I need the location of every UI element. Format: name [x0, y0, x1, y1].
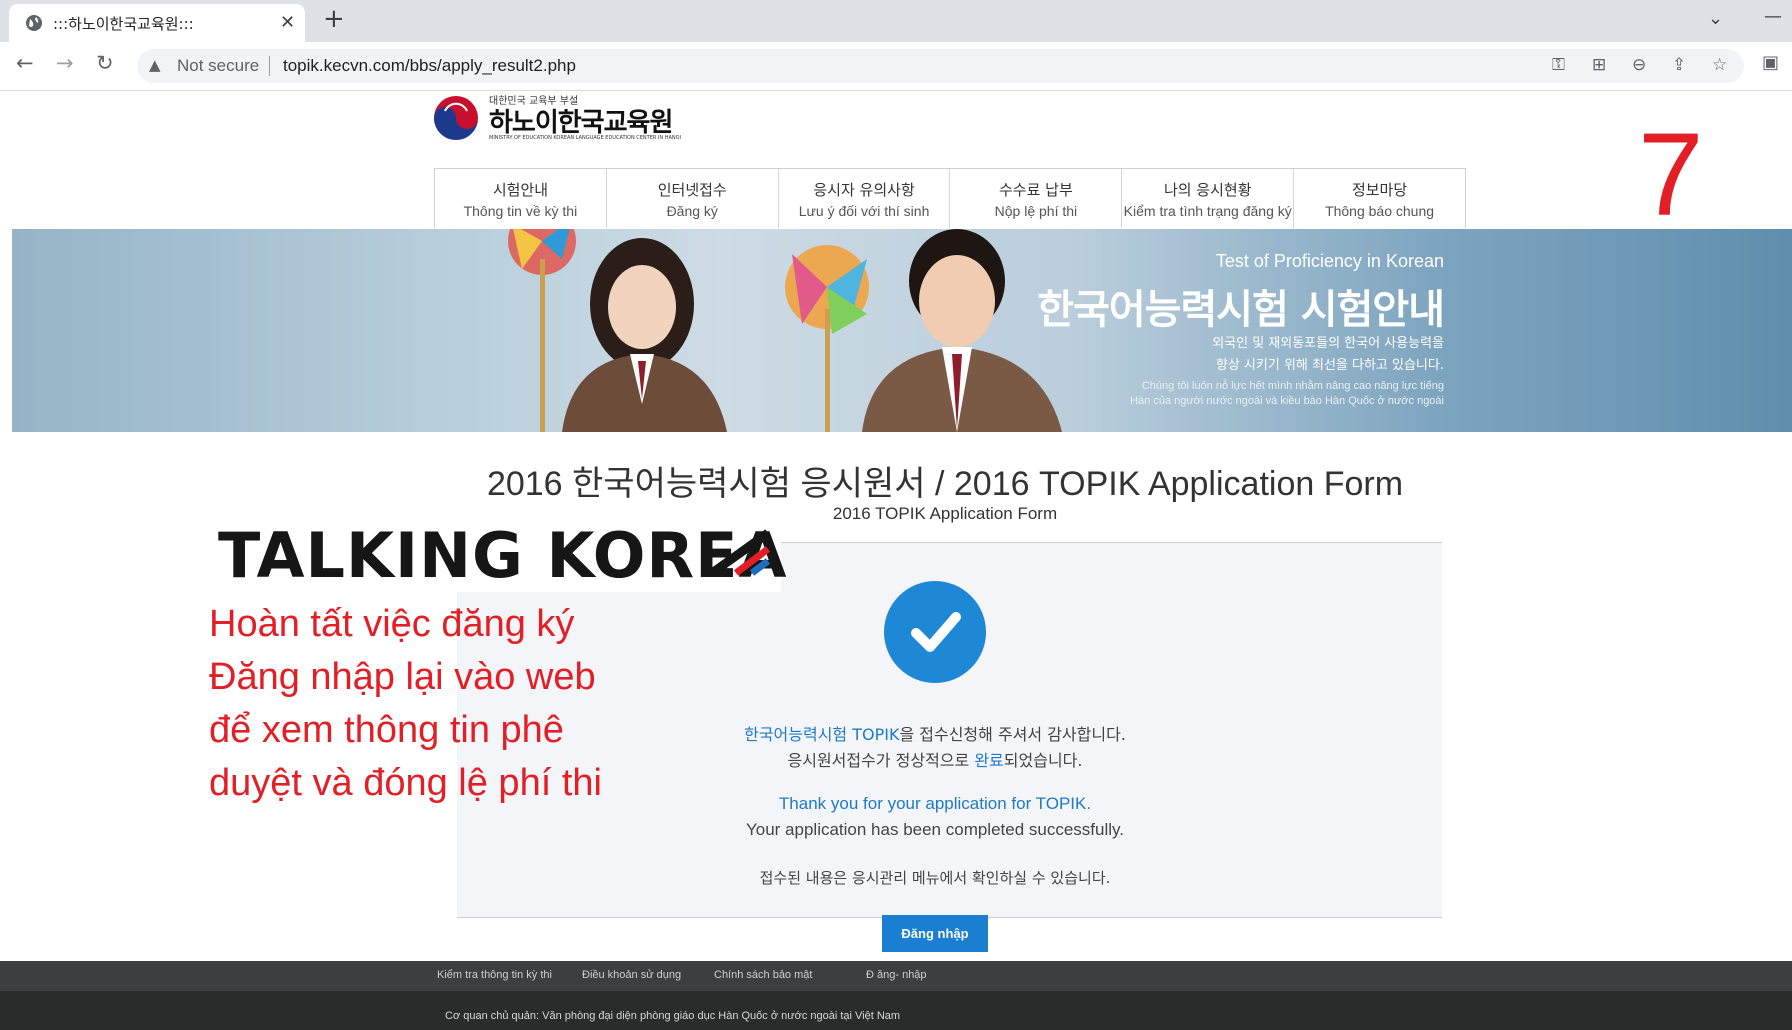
banner-korean-title: 한국어능력시험 시험안내 [1037, 287, 1445, 333]
footer-link-login[interactable]: Đ ăng- nhập [866, 969, 927, 981]
nav-item-notices[interactable]: 정보마당 Thông báo chung [1294, 169, 1465, 228]
share-icon[interactable]: ⇪ [1672, 55, 1686, 75]
nav-label-ko: 시험안내 [492, 181, 549, 199]
zoom-icon[interactable]: ⊖ [1632, 55, 1646, 75]
browser-tab[interactable]: :::하노이한국교육원::: ✕ [9, 4, 305, 42]
security-label[interactable]: Not secure [177, 56, 259, 76]
reload-icon[interactable]: ↻ [96, 51, 114, 75]
nav-label-vi: Thông báo chung [1325, 203, 1435, 219]
student-girl-image [508, 229, 727, 432]
tab-title: :::하노이한국교육원::: [53, 15, 194, 33]
checkmark-icon [911, 612, 961, 652]
nav-label-ko: 나의 응시현황 [1163, 181, 1252, 199]
browser-toolbar: ← → ↻ ▲ Not secure topik.kecvn.com/bbs/a… [0, 42, 1792, 91]
nav-label-vi: Đăng ký [666, 203, 718, 219]
instruction-note: Hoàn tất việc đăng ký Đăng nhập lại vào … [209, 598, 602, 810]
chevron-down-icon[interactable]: ⌄ [1708, 8, 1723, 29]
globe-icon [26, 15, 42, 31]
taegeuk-logo-icon [434, 96, 478, 140]
translate-icon[interactable]: ⊞ [1592, 55, 1606, 75]
note-line: Hoàn tất việc đăng ký [209, 603, 575, 645]
message-text: 응시원서접수가 정상적으로 [787, 751, 975, 770]
new-tab-button[interactable]: + [323, 4, 345, 34]
nav-label-vi: Lưu ý đối với thí sinh [798, 203, 930, 219]
extension-icon[interactable]: ▣ [1762, 52, 1779, 73]
result-message-ko-3: 접수된 내용은 응시관리 메뉴에서 확인하실 수 있습니다. [759, 869, 1111, 887]
note-line: Đăng nhập lại vào web [209, 656, 596, 698]
banner-vi-line: Hàn của người nước ngoài và kiều bào Hàn… [1130, 395, 1444, 407]
footer-links-bar: Kiểm tra thông tin kỳ thi Điều khoản sử … [0, 961, 1792, 991]
address-bar[interactable]: ▲ Not secure topik.kecvn.com/bbs/apply_r… [137, 49, 1744, 83]
nav-label-ko: 정보마당 [1351, 181, 1408, 199]
footer-organization: Cơ quan chủ quản: Văn phòng đại diện phò… [445, 1010, 901, 1022]
step-number: 7 [1638, 109, 1704, 241]
banner-vietnamese-text: Chúng tôi luôn nỗ lực hết mình nhằm nâng… [1130, 379, 1444, 409]
main-navigation: 시험안내 Thông tin về kỳ thi 인터넷접수 Đăng ký 응… [434, 168, 1466, 228]
brand-text: TALKING KOREA [218, 519, 788, 592]
close-tab-icon[interactable]: ✕ [280, 12, 295, 33]
minimize-icon[interactable]: — [1764, 6, 1782, 27]
star-icon[interactable]: ☆ [1712, 55, 1727, 75]
check-icon [884, 581, 986, 683]
highlight-text: 완료 [974, 751, 1004, 770]
footer-link-terms[interactable]: Điều khoản sử dụng [582, 969, 681, 981]
student-boy-image [785, 229, 1062, 432]
back-icon[interactable]: ← [16, 51, 34, 75]
banner-desc-line: 외국인 및 재외동포들의 한국어 사용능력을 [1212, 336, 1444, 351]
site-logo[interactable]: 대한민국 교육부 부설 하노이한국교육원 MINISTRY OF EDUCATI… [433, 92, 713, 144]
note-line: duyệt và đóng lệ phí thi [209, 762, 602, 804]
logo-subtitle: MINISTRY OF EDUCATION KOREAN LANGUAGE ED… [489, 135, 682, 141]
message-text: 되었습니다. [1003, 751, 1083, 770]
nav-item-fee-payment[interactable]: 수수료 납부 Nộp lệ phí thi [950, 169, 1123, 228]
footer-info-bar: Cơ quan chủ quản: Văn phòng đại diện phò… [0, 991, 1792, 1030]
nav-label-ko: 수수료 납부 [999, 181, 1073, 199]
footer-link-exam-info[interactable]: Kiểm tra thông tin kỳ thi [437, 969, 552, 981]
banner-english-title: Test of Proficiency in Korean [1215, 251, 1444, 271]
browser-tab-bar: :::하노이한국교육원::: ✕ + ⌄ — [0, 0, 1792, 42]
nav-item-exam-info[interactable]: 시험안내 Thông tin về kỳ thi [435, 169, 607, 228]
highlight-text: Thank you for your application for TOPIK… [778, 794, 1092, 813]
highlight-text: 한국어능력시험 TOPIK [744, 725, 900, 744]
nav-item-candidate-notes[interactable]: 응시자 유의사항 Lưu ý đối với thí sinh [779, 169, 951, 228]
logo-title: 하노이한국교육원 [489, 108, 673, 138]
brand-mark-icon [709, 529, 771, 577]
talking-korea-logo: TALKING KOREA [206, 513, 787, 592]
key-icon[interactable]: ⚿ [1552, 55, 1565, 75]
footer-link-privacy[interactable]: Chính sách bảo mật [714, 969, 812, 981]
nav-label-ko: 인터넷접수 [657, 181, 727, 199]
login-button[interactable]: Đăng nhập [882, 915, 988, 952]
message-text: 을 접수신청해 주셔서 감사합니다. [899, 725, 1126, 744]
warning-icon: ▲ [149, 56, 161, 74]
hero-banner: Test of Proficiency in Korean 한국어능력시험 시험… [12, 229, 1792, 432]
nav-label-vi: Kiểm tra tình trạng đăng ký [1123, 203, 1292, 219]
banner-vi-line: Chúng tôi luôn nỗ lực hết mình nhằm nâng… [1141, 380, 1444, 392]
page-title: 2016 한국어능력시험 응시원서 / 2016 TOPIK Applicati… [486, 465, 1404, 503]
nav-label-ko: 응시자 유의사항 [813, 181, 915, 199]
banner-desc-line: 향상 시키기 위해 최선을 다하고 있습니다. [1215, 358, 1444, 373]
nav-label-vi: Nộp lệ phí thi [994, 203, 1078, 219]
nav-item-my-status[interactable]: 나의 응시현황 Kiểm tra tình trạng đăng ký [1122, 169, 1295, 228]
divider [269, 56, 270, 76]
nav-item-registration[interactable]: 인터넷접수 Đăng ký [607, 169, 779, 228]
note-line: để xem thông tin phê [209, 709, 564, 751]
forward-icon[interactable]: → [56, 51, 74, 75]
nav-label-vi: Thông tin về kỳ thi [463, 203, 578, 219]
result-panel: 한국어능력시험 TOPIK을 접수신청해 주셔서 감사합니다. 응시원서접수가 … [457, 543, 1442, 918]
url-text[interactable]: topik.kecvn.com/bbs/apply_result2.php [283, 56, 576, 76]
result-message-en-2: Your application has been completed succ… [745, 820, 1124, 839]
banner-description: 외국인 및 재외동포들의 한국어 사용능력을 향상 시키기 위해 최선을 다하고… [1212, 333, 1444, 377]
